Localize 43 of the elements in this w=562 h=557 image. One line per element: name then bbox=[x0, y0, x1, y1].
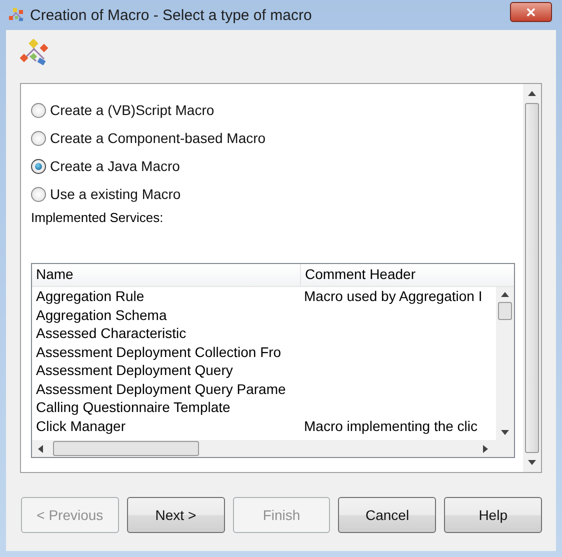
scroll-right-icon[interactable] bbox=[483, 444, 488, 452]
radio-button[interactable] bbox=[31, 158, 46, 174]
table-cell: Calling Questionnaire Template bbox=[36, 399, 230, 416]
scroll-up-icon[interactable] bbox=[528, 91, 536, 96]
scroll-thumb[interactable] bbox=[498, 302, 512, 320]
table-cell: Assessment Deployment Query bbox=[36, 362, 233, 378]
radio-button[interactable] bbox=[31, 186, 46, 202]
radio-button[interactable] bbox=[31, 130, 46, 146]
table-cell: Aggregation Schema bbox=[36, 306, 167, 323]
radio-button[interactable] bbox=[31, 102, 46, 118]
option-label: Use a existing Macro bbox=[50, 186, 181, 202]
app-icon bbox=[8, 7, 24, 23]
services-label: Implemented Services: bbox=[31, 210, 164, 227]
table-cell: Click Manager bbox=[36, 418, 126, 434]
radio-option[interactable]: Create a Component-based Macro bbox=[31, 124, 523, 152]
scrollbar[interactable] bbox=[523, 84, 541, 472]
macro-icon bbox=[20, 39, 50, 67]
table-cell: Assessed Characteristic bbox=[36, 325, 186, 342]
option-label: Create a (VB)Script Macro bbox=[50, 102, 214, 118]
table-cell: Macro implementing the clic bbox=[304, 418, 478, 434]
table-cell: Assessment Deployment Collection Fro bbox=[36, 344, 282, 360]
table-cell: Macro used by Aggregation I bbox=[304, 288, 482, 304]
option-label: Create a Java Macro bbox=[50, 158, 180, 174]
scroll-thumb[interactable] bbox=[525, 103, 539, 453]
scrollbar[interactable] bbox=[496, 287, 514, 440]
scroll-thumb[interactable] bbox=[53, 441, 199, 456]
radio-option[interactable]: Use a existing Macro bbox=[31, 180, 523, 208]
radio-option[interactable]: Create a Java Macro bbox=[31, 152, 523, 180]
scroll-down-icon[interactable] bbox=[501, 430, 509, 435]
scroll-up-icon[interactable] bbox=[501, 292, 509, 297]
window-title: Creation of Macro - Select a type of macro bbox=[30, 6, 313, 24]
scroll-down-icon[interactable] bbox=[528, 460, 536, 465]
wizard-button[interactable]: Help bbox=[444, 497, 542, 533]
table-cell: Aggregation Rule bbox=[36, 288, 144, 304]
wizard-button[interactable]: Cancel bbox=[338, 497, 436, 533]
table-cell: Assessment Deployment Query Parame bbox=[36, 380, 286, 397]
wizard-button[interactable]: Next > bbox=[126, 497, 225, 533]
option-label: Create a Component-based Macro bbox=[50, 130, 266, 146]
radio-option[interactable]: Create a (VB)Script Macro bbox=[31, 96, 523, 124]
scroll-left-icon[interactable] bbox=[38, 444, 43, 452]
scrollbar[interactable] bbox=[32, 440, 514, 457]
column-header[interactable]: Name bbox=[32, 264, 301, 286]
column-header[interactable]: Comment Header bbox=[301, 264, 514, 286]
